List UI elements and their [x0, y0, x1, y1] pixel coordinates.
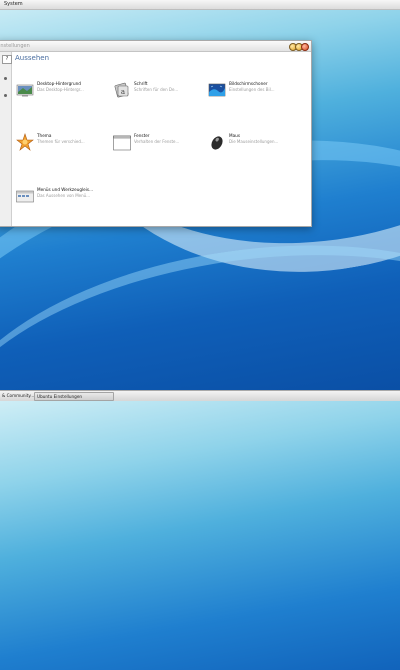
- page-title: Aussehen: [15, 54, 50, 62]
- sidebar-search-field[interactable]: ?: [2, 55, 12, 64]
- taskbar-item-community[interactable]: & Community...: [0, 392, 34, 399]
- item-description: Das Desktop-Hintergr...: [37, 87, 84, 92]
- item-description: Themen für verschied...: [37, 139, 85, 144]
- item-description: Einstellungen des Bil...: [229, 87, 275, 92]
- item-font[interactable]: a Schrift Schriften für den De...: [113, 80, 207, 104]
- window-icon: [113, 135, 131, 151]
- taskbar: & Community... Ubuntu Einstellungen: [0, 390, 400, 401]
- settings-window: instellungen ? Aussehen Desktop-Hintergr…: [0, 40, 312, 227]
- svg-text:a: a: [121, 88, 125, 96]
- settings-content: Aussehen Desktop-Hintergrund Das Desktop…: [12, 52, 311, 226]
- system-menu[interactable]: System: [4, 0, 23, 9]
- sidebar: ?: [0, 52, 12, 226]
- window-title: instellungen: [0, 43, 30, 49]
- item-name: Fenster: [134, 133, 150, 138]
- item-name: Desktop-Hintergrund: [37, 81, 81, 86]
- window-titlebar[interactable]: instellungen: [0, 41, 311, 52]
- close-button[interactable]: [301, 43, 309, 51]
- item-screensaver[interactable]: Bildschirmschoner Einstellungen des Bil.…: [208, 80, 302, 104]
- item-mouse[interactable]: Maus Die Mauseinstellungen...: [208, 132, 302, 156]
- item-name: Maus: [229, 133, 241, 138]
- item-menus-toolbars[interactable]: Menüs und Werkzeugleis... Das Aussehen v…: [16, 186, 110, 210]
- item-desktop-background[interactable]: Desktop-Hintergrund Das Desktop-Hintergr…: [16, 80, 110, 104]
- item-description: Schriften für den De...: [134, 87, 179, 92]
- item-description: Das Aussehen von Menü...: [37, 193, 91, 198]
- theme-icon: [16, 133, 34, 151]
- item-theme[interactable]: Thema Themen für verschied...: [16, 132, 110, 156]
- screensaver-icon: [208, 83, 226, 97]
- item-name: Thema: [37, 133, 52, 138]
- item-window[interactable]: Fenster Verhalten der Fenste...: [113, 132, 207, 156]
- mouse-icon: [211, 136, 223, 150]
- item-name: Bildschirmschoner: [229, 81, 268, 86]
- sidebar-item-dot[interactable]: [4, 94, 7, 97]
- desktop-background-icon: [16, 84, 34, 97]
- top-panel: System: [0, 0, 400, 10]
- font-icon: a: [114, 82, 129, 98]
- sidebar-item-dot[interactable]: [4, 77, 7, 80]
- item-name: Schrift: [134, 81, 148, 86]
- item-name: Menüs und Werkzeugleis...: [37, 187, 94, 192]
- item-description: Die Mauseinstellungen...: [229, 139, 279, 144]
- item-description: Verhalten der Fenste...: [134, 139, 180, 144]
- menu-toolbar-icon: [16, 190, 34, 203]
